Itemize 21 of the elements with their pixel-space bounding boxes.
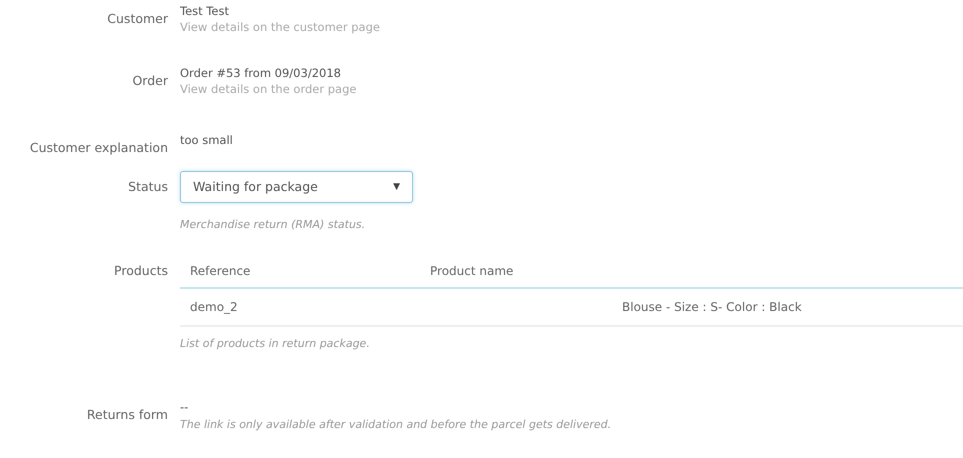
field-label: Customer explanation — [28, 138, 168, 157]
help-text: List of products in return package. — [180, 336, 371, 352]
field-label: Customer — [106, 10, 168, 28]
order-page-link[interactable]: View details on the order page — [180, 82, 356, 98]
customer-name: Test Test — [180, 4, 230, 19]
help-text: The link is only available after validation and before the parcel gets delivered. — [180, 417, 612, 434]
field-label: Order — [131, 72, 168, 90]
table-cell: Blouse - Size : S- Color : Black — [612, 288, 963, 327]
column-header: Product name — [420, 256, 612, 289]
help-text: Merchandise return (RMA) status. — [180, 217, 366, 234]
customer-page-link[interactable]: View details on the customer page — [180, 20, 380, 35]
table-cell: demo_2 — [180, 288, 420, 327]
field-label: Returns form — [86, 406, 168, 424]
explanation-text: too small — [180, 132, 234, 148]
order-number: Order #53 from 09/03/2018 — [180, 66, 342, 82]
returns-form-value: -- — [180, 400, 190, 416]
caret-icon: ▼ — [393, 180, 400, 194]
column-header: Reference — [180, 256, 420, 289]
status-select[interactable]: Waiting for package ▼ — [180, 171, 413, 204]
field-label: Products — [113, 262, 168, 280]
field-label: Status — [127, 178, 168, 196]
